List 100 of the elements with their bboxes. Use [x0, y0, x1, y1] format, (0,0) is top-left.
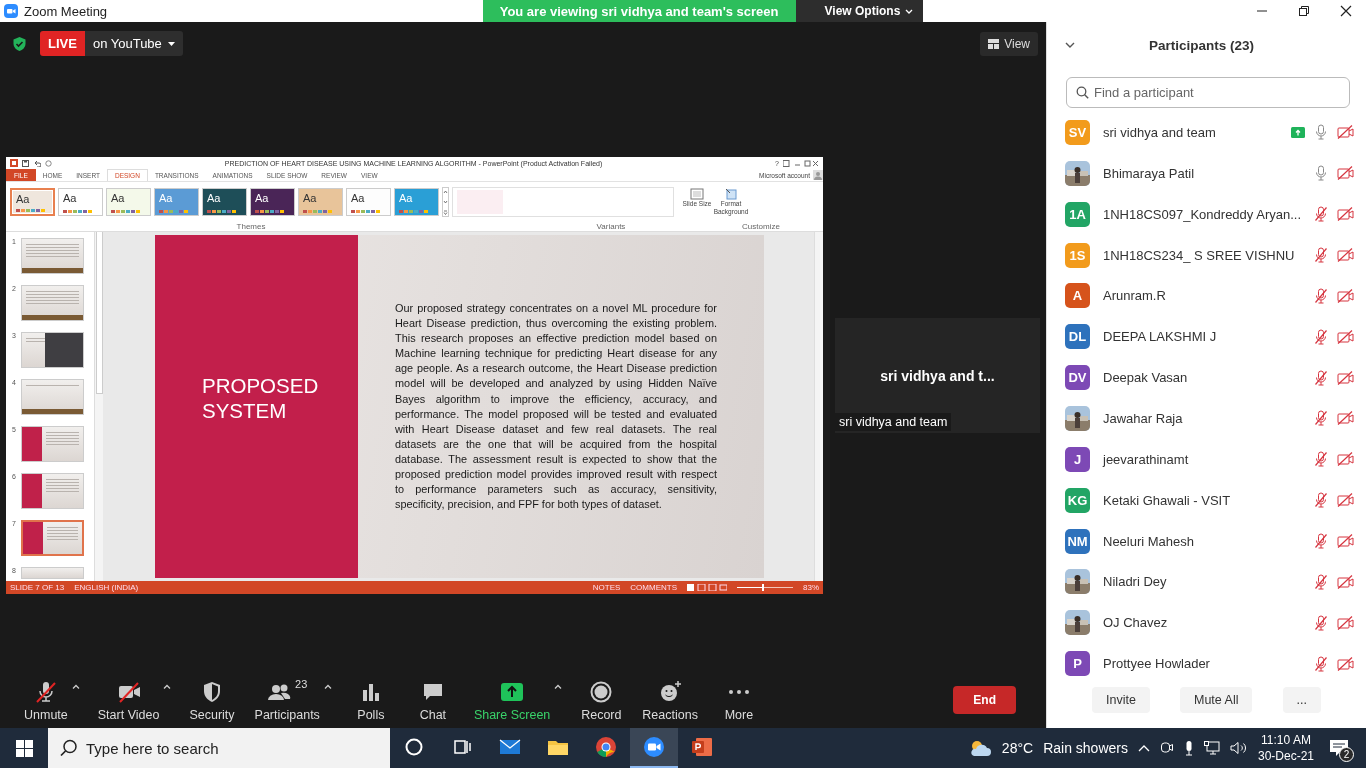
participants-button[interactable]: 23 Participants — [244, 674, 330, 726]
network-icon[interactable] — [1203, 741, 1220, 755]
close-icon[interactable] — [1340, 5, 1352, 17]
taskbar-search-field[interactable]: Type here to search — [48, 728, 390, 768]
window-controls-icon[interactable] — [783, 159, 819, 167]
more-options-button[interactable]: ... — [1282, 687, 1321, 713]
participant-name: 1NH18CS097_Kondreddy Aryan... — [1103, 206, 1301, 222]
unmute-button[interactable]: Unmute — [14, 674, 78, 726]
presentation-icon[interactable] — [691, 736, 713, 758]
slide-thumbnail[interactable] — [21, 332, 84, 368]
search-field[interactable]: Find a participant — [1066, 77, 1350, 108]
browser-icon[interactable] — [595, 736, 617, 758]
end-meeting-button[interactable]: End — [953, 686, 1016, 714]
clock[interactable]: 11:10 AM 30-Dec-21 — [1257, 732, 1314, 764]
participant-row[interactable]: Jawahar Raja — [1047, 398, 1366, 439]
reactions-button[interactable]: Reactions — [632, 674, 708, 726]
share-screen-button[interactable]: Share Screen — [463, 674, 561, 726]
participant-row[interactable]: P Prottyee Howlader — [1047, 643, 1366, 685]
caret-icon[interactable] — [554, 684, 563, 689]
participant-name: sri vidhya and team — [1103, 124, 1217, 140]
shield-check-icon — [12, 35, 27, 52]
caret-icon[interactable] — [163, 684, 172, 689]
theme-tile[interactable]: Aa — [58, 188, 103, 216]
participant-row[interactable]: SV sri vidhya and team — [1047, 112, 1366, 153]
theme-tile[interactable]: Aa — [106, 188, 151, 216]
participant-row[interactable]: NM Neeluri Mahesh — [1047, 520, 1366, 562]
slide-thumbnail[interactable] — [21, 473, 84, 509]
theme-tile[interactable]: Aa — [298, 188, 343, 216]
invite-button[interactable]: Invite — [1092, 687, 1150, 713]
gallery-scroll-icon[interactable] — [442, 187, 449, 217]
participant-row[interactable]: 1A 1NH18CS097_Kondreddy Aryan... — [1047, 193, 1366, 235]
zoom-logo-icon — [4, 4, 18, 18]
slide-thumbnail[interactable] — [21, 567, 84, 579]
security-button[interactable]: Security — [179, 674, 245, 726]
participant-row[interactable]: 1S 1NH18CS234_ S SREE VISHNU — [1047, 234, 1366, 276]
participant-row[interactable]: OJ Chavez — [1047, 602, 1366, 644]
slide-size-icon — [690, 188, 704, 200]
name-label: sri vidhya and team — [835, 413, 952, 431]
more-button[interactable]: More — [707, 674, 770, 726]
camera-icon[interactable] — [1159, 740, 1174, 756]
participant-name: Deepak Vasan — [1103, 370, 1189, 386]
polls-button[interactable]: Polls — [339, 674, 402, 726]
mic-icon[interactable] — [1183, 740, 1194, 756]
participant-name: Arunram.R — [1103, 288, 1167, 304]
participant-row[interactable]: Niladri Dey — [1047, 561, 1366, 603]
theme-tile[interactable]: Aa — [202, 188, 247, 216]
start-video-button[interactable]: Start Video — [87, 674, 170, 726]
participant-row[interactable]: A Arunram.R — [1047, 275, 1366, 317]
speaker-icon[interactable] — [1229, 741, 1248, 755]
undo-icon[interactable] — [33, 159, 41, 167]
save-icon[interactable] — [22, 159, 29, 167]
group-label: Variants — [595, 222, 627, 231]
notes-button[interactable]: NOTES — [592, 583, 621, 592]
chat-button[interactable]: Chat — [401, 674, 464, 726]
slider-thumb[interactable] — [762, 584, 765, 591]
record-button[interactable]: Record — [570, 674, 633, 726]
avatar: P — [1065, 651, 1090, 677]
screen-share-banner: You are viewing sri vidhya and team's screen — [482, 0, 796, 22]
view-buttons-icon[interactable] — [687, 584, 727, 591]
slide-thumbnail[interactable] — [21, 285, 84, 321]
windows-start-icon[interactable] — [15, 739, 33, 757]
slide-thumbnail[interactable] — [21, 520, 84, 556]
slide-thumbnail[interactable] — [21, 238, 84, 274]
participant-row[interactable]: J jeevarathinamt — [1047, 438, 1366, 480]
caret-icon[interactable] — [71, 684, 80, 689]
caret-icon[interactable] — [323, 684, 332, 689]
group-label: Customize — [741, 222, 781, 231]
group-label: Themes — [235, 222, 267, 231]
language-status: ENGLISH (INDIA) — [74, 583, 139, 592]
mute-all-button[interactable]: Mute All — [1180, 687, 1253, 713]
participant-name: sri vidhya and t... — [879, 366, 996, 386]
circle-icon[interactable] — [403, 736, 425, 758]
comments-button[interactable]: COMMENTS — [630, 583, 677, 592]
stream-dropdown[interactable]: on YouTube — [84, 31, 183, 56]
view-button[interactable]: View — [980, 31, 1038, 56]
slide-counter: SLIDE 7 OF 13 — [10, 583, 65, 592]
scrollbar[interactable] — [814, 232, 823, 581]
record-icon — [589, 680, 614, 704]
avatar: DL — [1065, 324, 1090, 350]
chevron-up-icon[interactable] — [1137, 744, 1150, 752]
restore-icon[interactable] — [1298, 5, 1310, 17]
scrollbar[interactable] — [94, 232, 103, 581]
participant-row[interactable]: KG Ketaki Ghawali - VSIT — [1047, 479, 1366, 521]
chevron-down-icon[interactable] — [1065, 42, 1075, 48]
participant-row[interactable]: Bhimaraya Patil — [1047, 152, 1366, 194]
participant-name: jeevarathinamt — [1103, 451, 1190, 467]
participant-row[interactable]: DL DEEPA LAKSHMI J — [1047, 316, 1366, 358]
temperature: 28°C — [1001, 740, 1034, 756]
theme-tile[interactable]: Aa — [346, 188, 391, 216]
slide-thumbnail[interactable] — [21, 379, 84, 415]
slide-body-text: Our proposed strategy concentrates on a novel ML procedure for Heart Disease prediction, thus overcoming the existing problem. This research proposes an effective prediction model based on Machine learning technique for predicting Heart disease for any age people. As a research outcome, the Heart Disease prediction model will be developed and analyzed by using Hidden Naïve Bayes algorithm to improve the efficiency, accuracy, and performance. The model proposed will be tested and evaluated with Heart Disease dataset and few real datasets. The real datasets are the one that will be acquired from the hospital database. The assessment result is expected to show that the proposed prediction model provides improved result with respect to performance parameters such as accuracy, sensitivity, specificity, precision, and FPF for both types of dataset. — [394, 301, 717, 513]
participant-name: Prottyee Howlader — [1103, 656, 1211, 672]
participant-name: Jawahar Raja — [1103, 410, 1184, 426]
video-camera-icon[interactable] — [643, 736, 665, 758]
participant-row[interactable]: DV Deepak Vasan — [1047, 357, 1366, 398]
slide-thumbnail[interactable] — [21, 426, 84, 462]
avatar: DV — [1065, 365, 1090, 391]
theme-tile[interactable]: Aa — [250, 188, 295, 216]
theme-tile[interactable]: Aa — [10, 188, 55, 216]
view-options-button[interactable]: View Options — [795, 0, 924, 22]
